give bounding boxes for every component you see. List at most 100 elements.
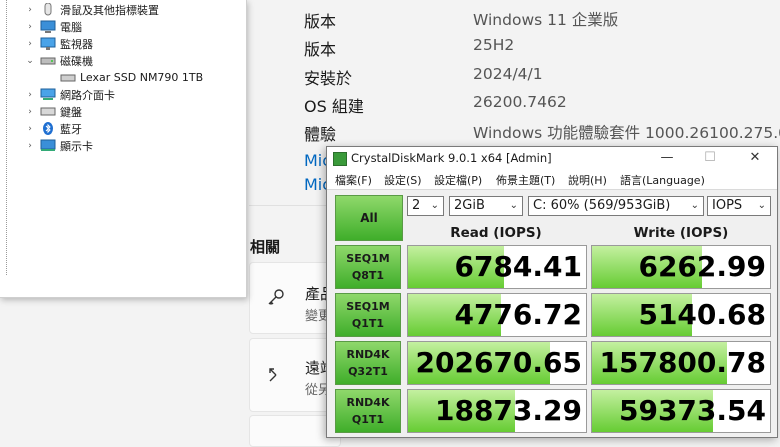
window-title: CrystalDiskMark 9.0.1 x64 [Admin] [351,151,552,165]
drive-select[interactable]: C: 60% (569/953GiB) ⌄ [528,196,704,216]
test-button-rnd4k-q32t1[interactable]: RND4K Q32T1 [335,341,401,385]
test-line2: Q1T1 [351,317,385,330]
disk-drive-icon [40,54,56,67]
network-icon [40,88,56,101]
result-value: 18873.29 [434,394,582,427]
dm-label: 電腦 [60,20,82,34]
dm-label: 監視器 [60,37,93,51]
minimize-button[interactable]: — [652,149,682,167]
crystaldiskmark-window: CrystalDiskMark 9.0.1 x64 [Admin] — ☐ ✕ … [326,146,778,438]
spec-value-experience: Windows 功能體驗套件 1000.26100.275.0 [473,124,780,142]
read-result-rnd4k-q1t1: 18873.29 [407,389,587,433]
chevron-right-icon[interactable]: › [24,5,36,15]
dm-item-mice[interactable]: › 滑鼠及其他指標裝置 [24,1,159,18]
menu-bar: 檔案(F) 設定(S) 設定檔(P) 佈景主題(T) 說明(H) 語言(Lang… [327,169,777,190]
write-result-rnd4k-q32t1: 157800.78 [591,341,771,385]
chevron-right-icon[interactable]: › [24,90,36,100]
dm-label: 網路介面卡 [60,88,115,102]
maximize-button[interactable]: ☐ [695,149,725,167]
disk-icon [60,71,76,84]
result-value: 202670.65 [415,346,583,379]
spec-label-edition: 版本 [304,12,337,31]
count-value: 2 [412,198,421,213]
bluetooth-icon [40,122,56,135]
test-line1: RND4K [346,396,390,409]
monitor-icon [40,37,56,50]
menu-profile[interactable]: 設定檔(P) [434,172,482,188]
spec-value-installed: 2024/4/1 [473,65,543,83]
test-line1: SEQ1M [346,252,390,265]
result-value: 6784.41 [454,250,582,283]
dm-item-disk-drives[interactable]: ⌄ 磁碟機 [24,52,93,69]
unit-select[interactable]: IOPS ⌄ [707,196,771,216]
dm-label: 鍵盤 [60,105,82,119]
dm-item-keyboards[interactable]: › 鍵盤 [24,103,82,120]
title-bar[interactable]: CrystalDiskMark 9.0.1 x64 [Admin] — ☐ ✕ [327,147,777,169]
chevron-down-icon: ⌄ [430,200,439,211]
dm-item-lexar-ssd[interactable]: Lexar SSD NM790 1TB [44,69,203,86]
test-line2: Q1T1 [351,413,385,426]
dm-item-display[interactable]: › 顯示卡 [24,137,93,154]
related-heading: 相關 [250,238,281,256]
read-result-seq1m-q1t1: 4776.72 [407,293,587,337]
result-value: 4776.72 [454,298,582,331]
spec-value-version: 25H2 [473,36,515,54]
count-select[interactable]: 2 ⌄ [407,196,444,216]
chevron-right-icon[interactable]: › [24,107,36,117]
dm-label: 顯示卡 [60,139,93,153]
dm-item-monitors[interactable]: › 監視器 [24,35,93,52]
test-line1: RND4K [346,348,390,361]
dm-item-network[interactable]: › 網路介面卡 [24,86,115,103]
menu-settings[interactable]: 設定(S) [384,172,422,188]
chevron-right-icon[interactable]: › [24,22,36,32]
menu-theme[interactable]: 佈景主題(T) [496,172,555,188]
size-select[interactable]: 2GiB ⌄ [449,196,523,216]
menu-language[interactable]: 語言(Language) [620,172,705,188]
mouse-icon [40,2,56,16]
spec-label-installed: 安裝於 [304,69,353,88]
drive-value: C: 60% (569/953GiB) [533,198,671,213]
chevron-right-icon[interactable]: › [24,141,36,151]
result-value: 59373.54 [618,394,766,427]
computer-icon [40,20,56,33]
chevron-right-icon[interactable]: › [24,124,36,134]
spec-label-version: 版本 [304,40,337,59]
test-line2: Q32T1 [348,365,388,378]
chevron-down-icon[interactable]: ⌄ [24,56,36,66]
size-value: 2GiB [454,198,485,213]
spec-value-edition: Windows 11 企業版 [473,11,619,29]
chevron-down-icon: ⌄ [690,200,699,211]
test-line2: Q8T1 [351,269,385,282]
test-line1: SEQ1M [346,300,390,313]
dm-label: 滑鼠及其他指標裝置 [60,3,159,17]
dm-item-computer[interactable]: › 電腦 [24,18,82,35]
remote-desktop-icon [266,365,286,390]
test-button-seq1m-q1t1[interactable]: SEQ1M Q1T1 [335,293,401,337]
chevron-down-icon: ⌄ [509,200,518,211]
result-value: 6262.99 [638,250,766,283]
spec-value-build: 26200.7462 [473,93,567,111]
read-result-seq1m-q8t1: 6784.41 [407,245,587,289]
write-result-seq1m-q8t1: 6262.99 [591,245,771,289]
all-button[interactable]: All [335,195,403,241]
chevron-down-icon: ⌄ [757,200,766,211]
menu-help[interactable]: 說明(H) [568,172,607,188]
dm-label: 藍牙 [60,122,82,136]
read-result-rnd4k-q32t1: 202670.65 [407,341,587,385]
read-header: Read (IOPS) [450,225,542,241]
close-button[interactable]: ✕ [740,149,770,167]
write-result-rnd4k-q1t1: 59373.54 [591,389,771,433]
dm-item-bluetooth[interactable]: › 藍牙 [24,120,82,137]
spec-label-build: OS 組建 [304,97,364,116]
tree-line [6,0,8,275]
write-header: Write (IOPS) [633,225,729,241]
result-value: 5140.68 [638,298,766,331]
test-button-rnd4k-q1t1[interactable]: RND4K Q1T1 [335,389,401,433]
dm-label: Lexar SSD NM790 1TB [80,71,204,84]
test-button-seq1m-q8t1[interactable]: SEQ1M Q8T1 [335,245,401,289]
menu-file[interactable]: 檔案(F) [335,172,372,188]
spec-label-experience: 體驗 [304,125,337,144]
app-logo-icon [333,152,347,166]
device-manager-window: › 滑鼠及其他指標裝置 › 電腦 › 監視器 ⌄ 磁碟機 Lexar SSD N… [0,0,247,298]
chevron-right-icon[interactable]: › [24,39,36,49]
